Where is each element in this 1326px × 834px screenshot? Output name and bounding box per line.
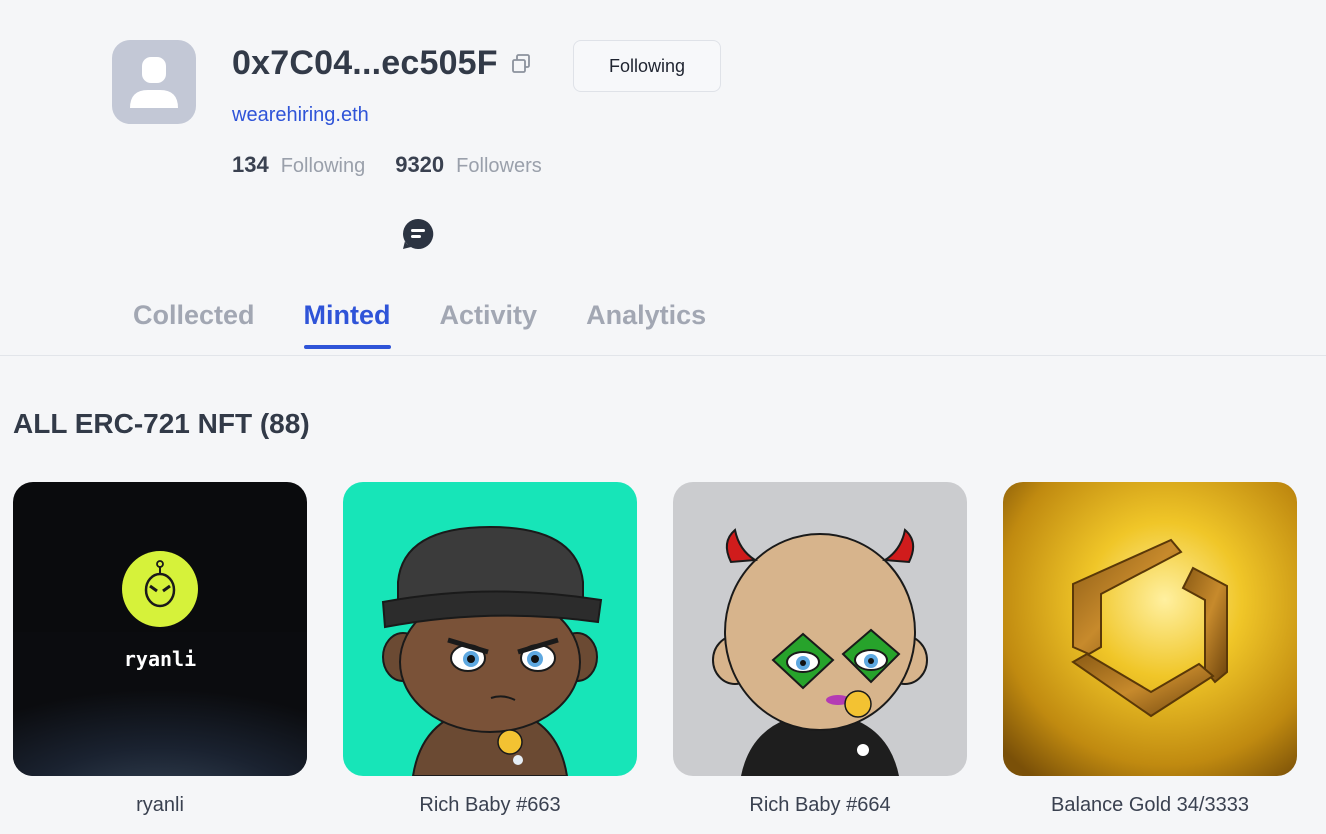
- tabs-divider: [0, 355, 1326, 356]
- following-label[interactable]: Following: [281, 155, 365, 178]
- wallet-address: 0x7C04...ec505F: [232, 44, 498, 82]
- avatar-placeholder-icon: [130, 57, 178, 108]
- ens-name-link[interactable]: wearehiring.eth: [232, 104, 369, 127]
- nft-name-rich-baby-663[interactable]: Rich Baby #663: [343, 794, 637, 817]
- nft-card-balance-gold[interactable]: [1003, 482, 1297, 776]
- nft-image-balance-gold: [1003, 482, 1297, 776]
- section-title: ALL ERC-721 NFT (88): [13, 408, 310, 439]
- tab-minted[interactable]: Minted: [303, 300, 391, 349]
- copy-icon[interactable]: [510, 53, 532, 75]
- address-row: 0x7C04...ec505F: [232, 44, 532, 83]
- nft-image-rich-baby-664: [673, 482, 967, 776]
- nft-art-text: ryanli: [124, 647, 196, 671]
- nft-name-balance-gold[interactable]: Balance Gold 34/3333: [1003, 794, 1297, 817]
- followers-count[interactable]: 9320: [395, 152, 444, 178]
- following-button[interactable]: Following: [573, 40, 721, 92]
- tab-collected[interactable]: Collected: [133, 300, 255, 349]
- chat-icon[interactable]: [402, 218, 434, 250]
- nft-card-rich-baby-664[interactable]: [673, 482, 967, 776]
- follow-stats: 134 Following 9320 Followers: [232, 152, 572, 178]
- avatar: [112, 40, 196, 124]
- nft-card-ryanli[interactable]: ryanli: [13, 482, 307, 776]
- nft-image-rich-baby-663: [343, 482, 637, 776]
- nft-name-ryanli[interactable]: ryanli: [13, 794, 307, 817]
- profile-tabs: Collected Minted Activity Analytics: [133, 300, 755, 349]
- nft-name-rich-baby-664[interactable]: Rich Baby #664: [673, 794, 967, 817]
- tab-activity[interactable]: Activity: [440, 300, 538, 349]
- nft-image-ryanli: ryanli: [13, 482, 307, 776]
- followers-label[interactable]: Followers: [456, 155, 542, 178]
- tab-analytics[interactable]: Analytics: [586, 300, 706, 349]
- nft-card-rich-baby-663[interactable]: [343, 482, 637, 776]
- following-count[interactable]: 134: [232, 152, 269, 178]
